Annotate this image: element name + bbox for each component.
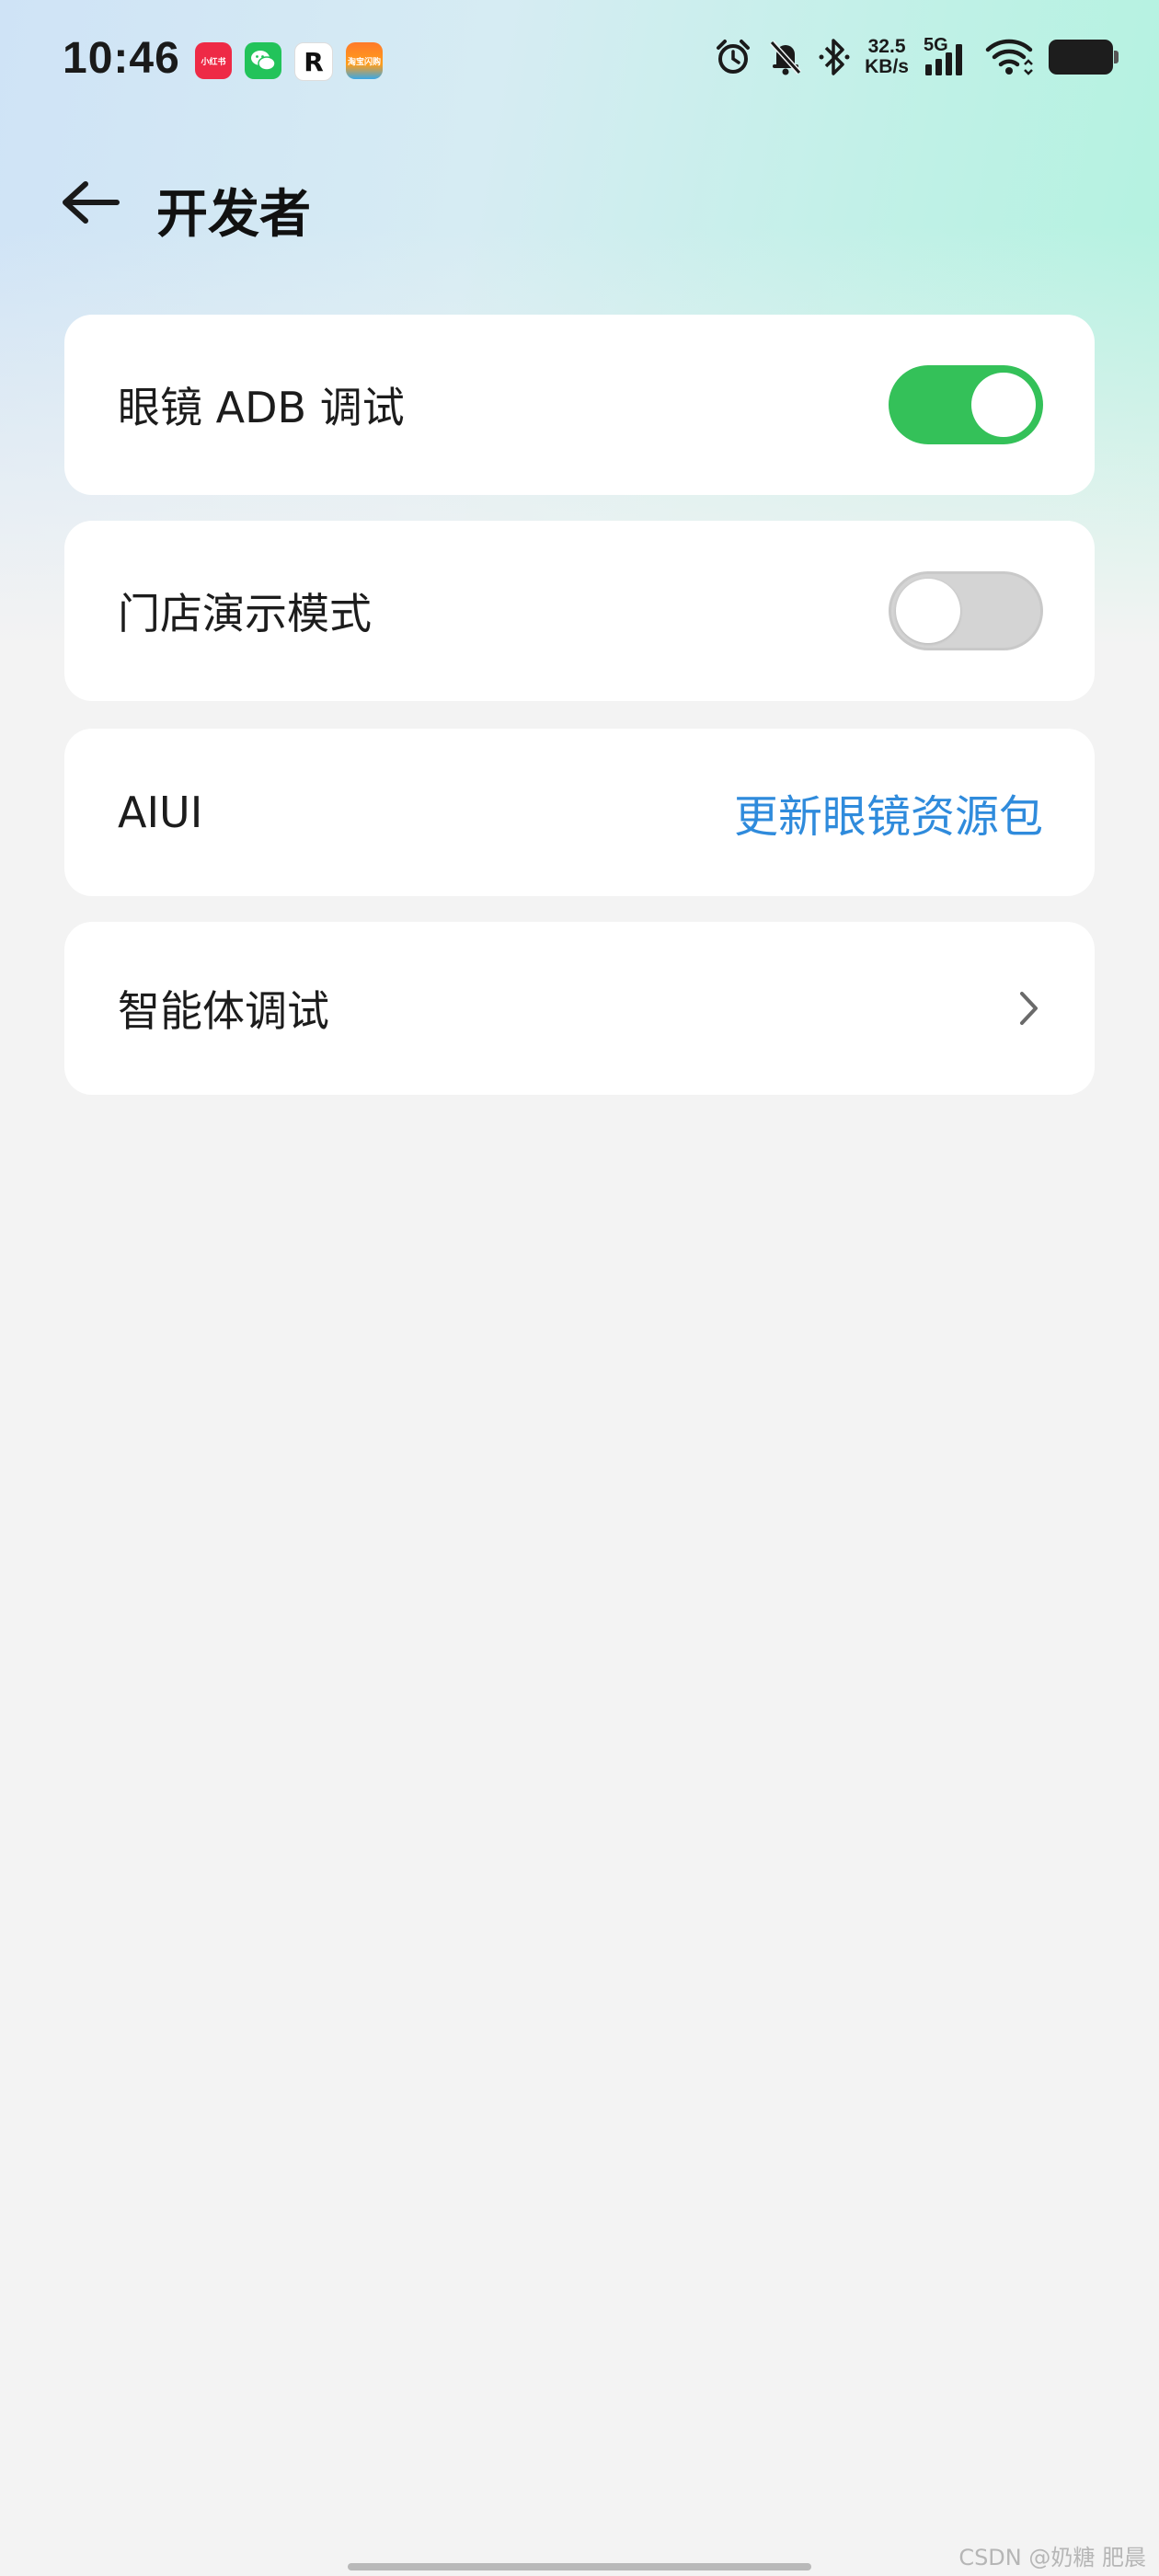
xiaohongshu-icon: 小红书 (195, 42, 232, 79)
bluetooth-icon (819, 37, 850, 77)
network-speed-value: 32.5 (867, 36, 906, 57)
setting-label-aiui: AIUI (118, 788, 203, 837)
wechat-icon (245, 42, 281, 79)
system-icons: 32.5 KB/s 5G (714, 35, 1119, 77)
arrow-left-icon (60, 178, 120, 230)
setting-aiui: AIUI 更新眼镜资源包 (64, 729, 1095, 896)
status-time: 10:46 (63, 34, 180, 83)
setting-label-glasses-adb: 眼镜 ADB 调试 (118, 383, 405, 432)
r-app-icon: R (294, 42, 333, 81)
setting-store-demo: 门店演示模式 (64, 521, 1095, 701)
notification-icons: 小红书 R 淘宝闪购 (195, 42, 383, 81)
status-bar: 10:46 小红书 R 淘宝闪购 32.5 KB/s 5G (0, 0, 1159, 129)
page-title: 开发者 (156, 185, 311, 245)
bell-muted-icon (767, 38, 804, 76)
store-demo-toggle[interactable] (889, 571, 1043, 650)
update-glasses-resource-button[interactable]: 更新眼镜资源包 (734, 780, 1043, 845)
watermark: CSDN @奶糖 肥晨 (958, 2545, 1146, 2570)
toggle-knob (971, 373, 1036, 437)
toggle-knob (896, 579, 960, 643)
alarm-icon (714, 38, 752, 76)
back-button[interactable] (53, 167, 127, 241)
network-speed: 32.5 KB/s (865, 37, 909, 77)
glasses-adb-toggle[interactable] (889, 365, 1043, 444)
battery-icon (1049, 40, 1119, 75)
page-header: 开发者 (0, 147, 1159, 258)
setting-glasses-adb: 眼镜 ADB 调试 (64, 315, 1095, 495)
network-speed-unit: KB/s (865, 56, 909, 77)
taobao-flash-icon: 淘宝闪购 (346, 42, 383, 79)
home-indicator[interactable] (348, 2563, 811, 2570)
signal-icon: 5G (924, 35, 970, 77)
chevron-right-icon (1010, 990, 1047, 1027)
wifi-icon (984, 37, 1034, 77)
setting-label-agent-debug: 智能体调试 (118, 986, 329, 1036)
setting-agent-debug[interactable]: 智能体调试 (64, 922, 1095, 1095)
setting-label-store-demo: 门店演示模式 (118, 589, 372, 638)
